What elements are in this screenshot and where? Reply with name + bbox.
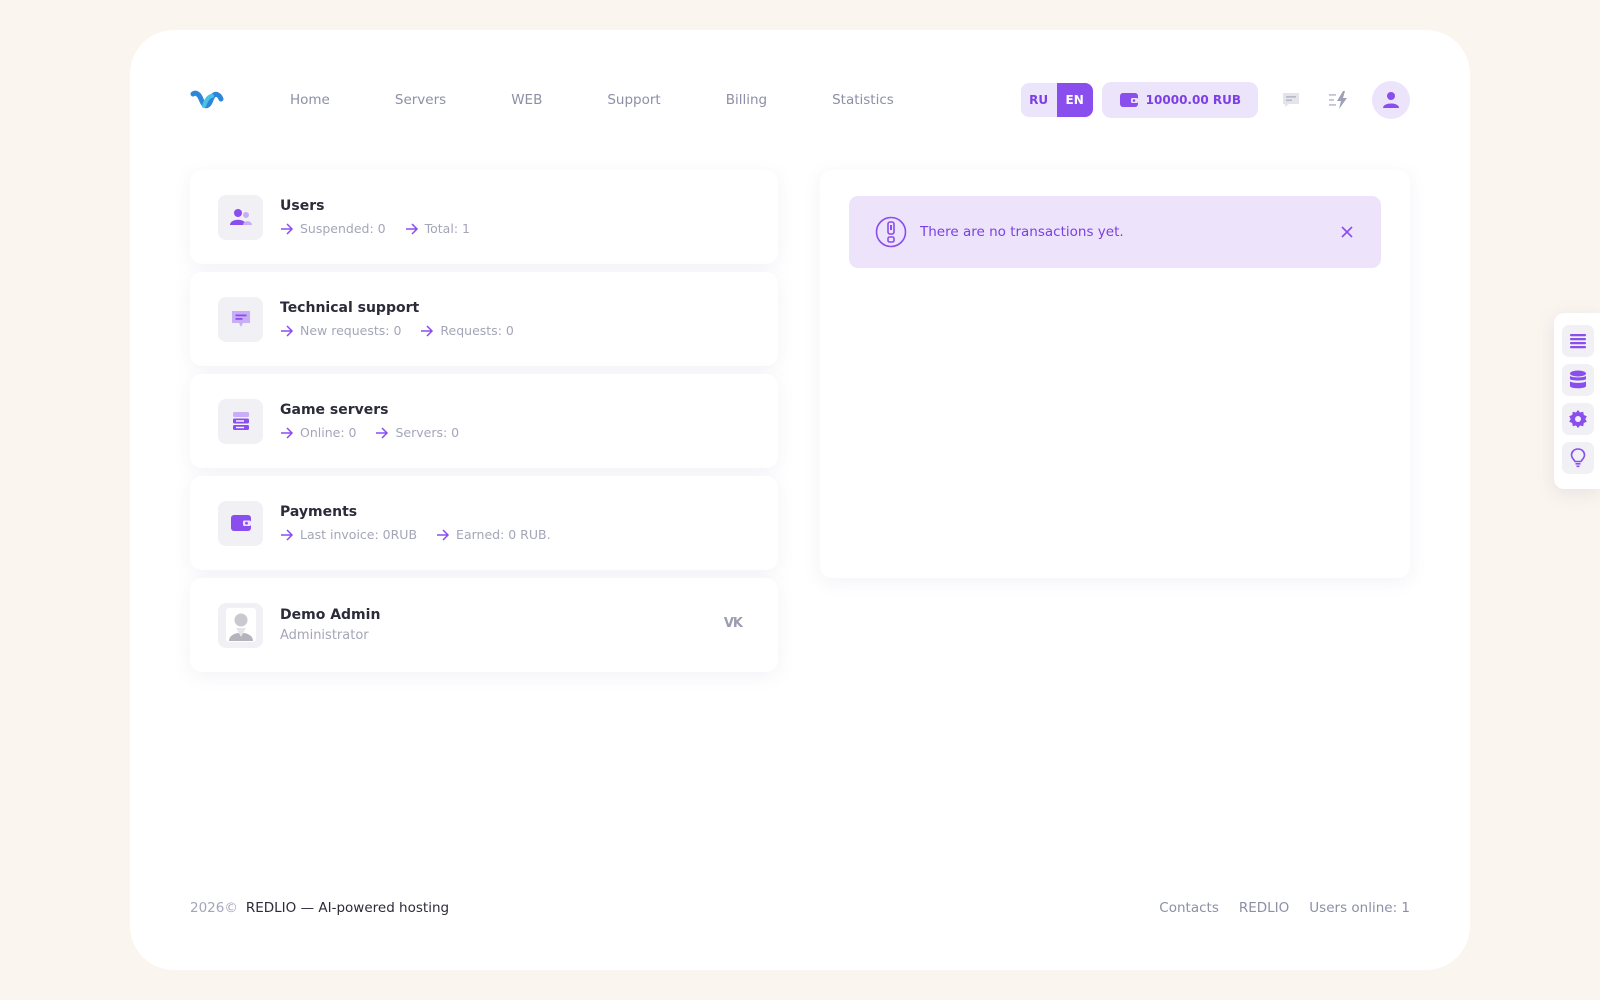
avatar xyxy=(218,602,263,648)
earned-stat: Earned: 0 RUB. xyxy=(436,527,551,542)
payments-title: Payments xyxy=(280,504,358,520)
profile-card: Demo Admin Administrator VK xyxy=(190,578,778,672)
servers-count-stat: Servers: 0 xyxy=(375,425,459,440)
language-switcher: RU EN xyxy=(1020,83,1093,117)
support-card[interactable]: Technical support New requests: 0 Reques… xyxy=(190,272,778,366)
info-icon xyxy=(875,216,907,248)
balance-amount: 10000.00 RUB xyxy=(1145,93,1241,107)
users-card[interactable]: Users Suspended: 0 Total: 1 xyxy=(190,170,778,264)
arrow-right-icon xyxy=(281,222,294,235)
nav-home[interactable]: Home xyxy=(290,92,330,108)
lang-ru-button[interactable]: RU xyxy=(1021,83,1057,117)
main-nav: Home Servers WEB Support Billing Statist… xyxy=(290,92,894,108)
main-shell: Home Servers WEB Support Billing Statist… xyxy=(130,30,1470,970)
game-servers-title: Game servers xyxy=(280,402,389,418)
arrow-right-icon xyxy=(421,324,434,337)
server-icon xyxy=(218,398,263,444)
no-transactions-alert: There are no transactions yet. xyxy=(849,196,1381,268)
lightbulb-icon[interactable] xyxy=(1562,442,1594,474)
dashboard-cards: Users Suspended: 0 Total: 1 Technical su… xyxy=(190,170,778,680)
nav-web[interactable]: WEB xyxy=(511,92,542,108)
payments-card[interactable]: Payments Last invoice: 0RUB Earned: 0 RU… xyxy=(190,476,778,570)
arrow-right-icon xyxy=(281,528,294,541)
chat-icon[interactable] xyxy=(1276,85,1306,115)
support-new-requests-stat: New requests: 0 xyxy=(280,323,401,338)
profile-role: Administrator xyxy=(280,628,369,643)
arrow-right-icon xyxy=(281,324,294,337)
header: Home Servers WEB Support Billing Statist… xyxy=(190,81,1410,119)
close-icon[interactable] xyxy=(1337,222,1357,242)
lang-en-button[interactable]: EN xyxy=(1056,83,1093,117)
footer-brand: REDLIO — AI-powered hosting xyxy=(245,900,450,916)
arrow-right-icon xyxy=(376,426,389,439)
support-chat-icon xyxy=(218,296,263,342)
servers-online-stat: Online: 0 xyxy=(280,425,356,440)
vk-icon[interactable]: VK xyxy=(724,616,743,631)
arrow-right-icon xyxy=(405,222,418,235)
user-icon xyxy=(1383,92,1399,108)
support-title: Technical support xyxy=(280,300,420,316)
footer-year: 2026© xyxy=(190,900,238,916)
database-icon[interactable] xyxy=(1562,364,1594,396)
wallet-icon xyxy=(218,500,263,546)
profile-name: Demo Admin xyxy=(280,607,381,623)
users-title: Users xyxy=(280,198,325,214)
header-actions: RU EN 10000.00 RUB xyxy=(1020,81,1410,119)
user-menu-button[interactable] xyxy=(1372,81,1410,119)
logo[interactable] xyxy=(190,88,224,112)
users-icon xyxy=(218,194,263,240)
footer-redlio-link[interactable]: REDLIO xyxy=(1239,900,1289,916)
footer-contacts-link[interactable]: Contacts xyxy=(1159,900,1219,916)
gear-icon[interactable] xyxy=(1562,403,1594,435)
footer: 2026© REDLIO — AI-powered hosting Contac… xyxy=(190,900,1410,916)
arrow-right-icon xyxy=(281,426,294,439)
nav-statistics[interactable]: Statistics xyxy=(832,92,894,108)
nav-support[interactable]: Support xyxy=(607,92,660,108)
users-total-stat: Total: 1 xyxy=(405,221,470,236)
last-invoice-stat: Last invoice: 0RUB xyxy=(280,527,417,542)
nav-servers[interactable]: Servers xyxy=(395,92,446,108)
lightning-icon[interactable] xyxy=(1324,85,1354,115)
transactions-panel: There are no transactions yet. xyxy=(820,170,1410,578)
balance-button[interactable]: 10000.00 RUB xyxy=(1101,82,1258,118)
wallet-icon xyxy=(1119,93,1138,107)
users-online: Users online: 1 xyxy=(1309,900,1410,916)
nav-billing[interactable]: Billing xyxy=(726,92,767,108)
arrow-right-icon xyxy=(437,528,450,541)
users-suspended-stat: Suspended: 0 xyxy=(280,221,386,236)
alert-message: There are no transactions yet. xyxy=(920,224,1124,240)
side-dock xyxy=(1554,313,1600,489)
support-requests-stat: Requests: 0 xyxy=(420,323,514,338)
game-servers-card[interactable]: Game servers Online: 0 Servers: 0 xyxy=(190,374,778,468)
list-icon[interactable] xyxy=(1562,325,1594,357)
